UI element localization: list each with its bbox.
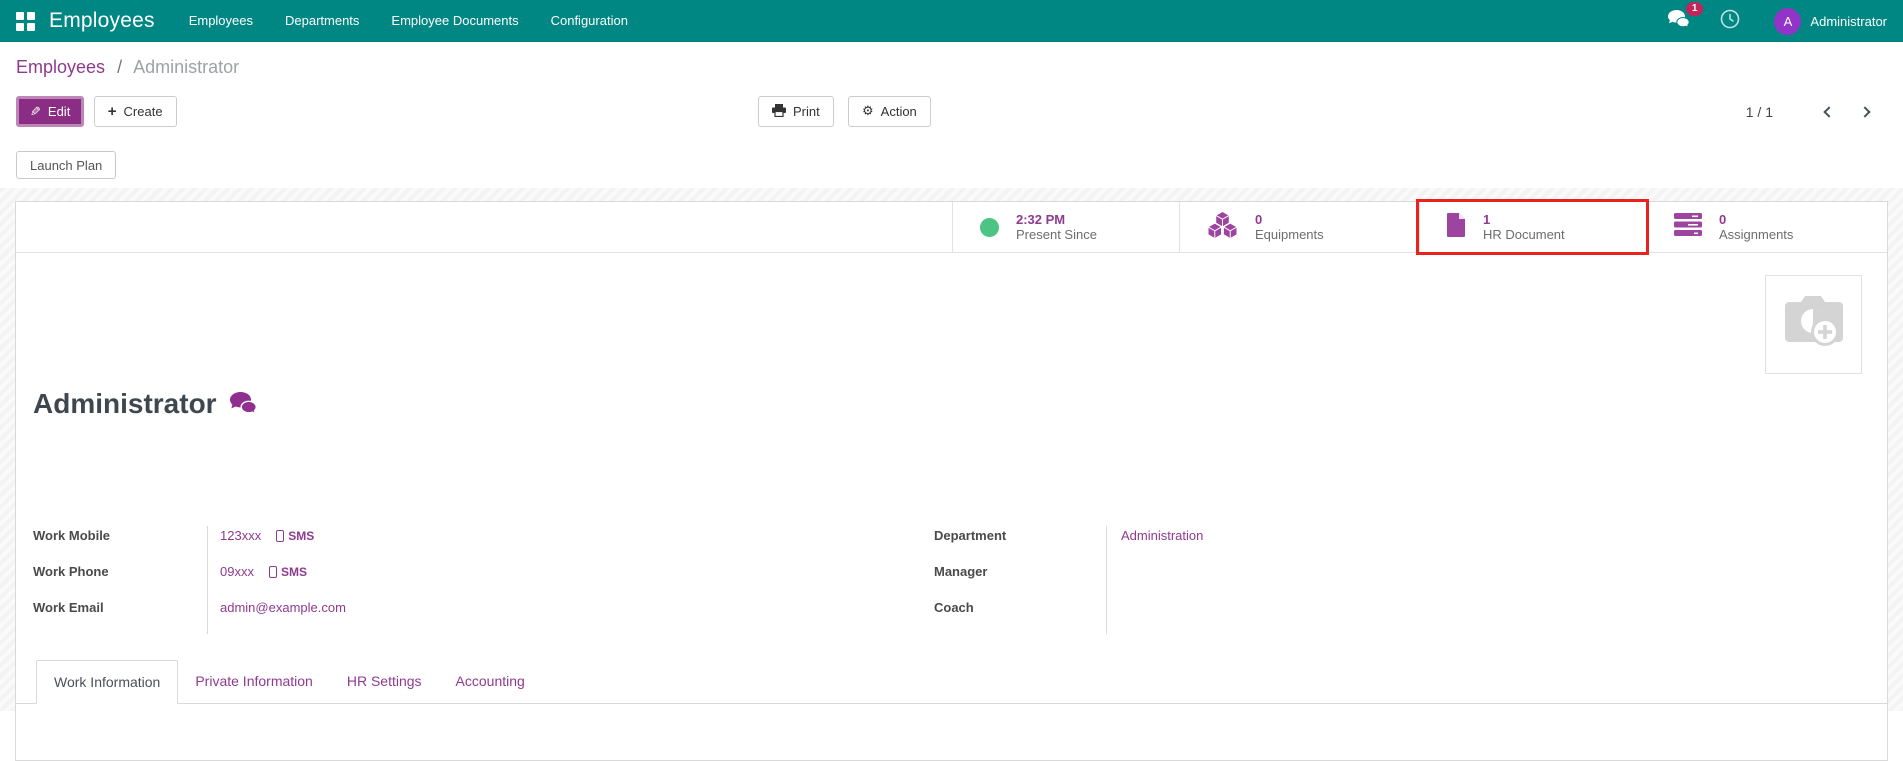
hr-field-group: Department Administration Manager Coach [934, 526, 1852, 634]
stat-value: 0 [1255, 211, 1263, 227]
chevron-right-icon [1859, 105, 1871, 118]
field-row-work-phone: Work Phone 09xxx SMS [33, 562, 934, 598]
tab-accounting[interactable]: Accounting [439, 660, 542, 704]
field-label: Coach [934, 598, 1107, 634]
navbar-right: 1 A Administrator [1668, 1, 1887, 35]
launch-plan-row: Launch Plan [16, 127, 1887, 188]
field-label: Work Email [33, 598, 208, 634]
field-label: Manager [934, 562, 1107, 598]
menu-employees[interactable]: Employees [173, 0, 269, 42]
field-label: Work Phone [33, 562, 208, 598]
user-avatar[interactable]: A [1774, 7, 1802, 35]
gear-icon: ⚙ [862, 104, 874, 119]
top-navbar: Employees Employees Departments Employee… [0, 0, 1903, 42]
messages-count-badge: 1 [1685, 1, 1704, 16]
cubes-icon [1207, 210, 1238, 244]
stat-button-row: 2:32 PM Present Since 0 Equipments 1 HR … [16, 199, 1887, 255]
stat-label: HR Document [1483, 226, 1565, 242]
menu-configuration[interactable]: Configuration [535, 0, 644, 42]
main-menu: Employees Departments Employee Documents… [173, 0, 644, 42]
breadcrumb-parent-link[interactable]: Employees [16, 57, 105, 77]
apps-menu-icon[interactable] [16, 11, 35, 31]
breadcrumb-separator: / [117, 57, 123, 77]
contact-field-group: Work Mobile 123xxx SMS Work Phone 09xxx [16, 526, 934, 634]
stat-value: 1 [1483, 211, 1491, 227]
stat-button-present-since[interactable]: 2:32 PM Present Since [952, 202, 1179, 252]
launch-plan-button[interactable]: Launch Plan [16, 151, 117, 179]
mobile-phone-icon [276, 529, 285, 542]
pager-next-button[interactable] [1847, 102, 1883, 122]
stat-button-hr-document[interactable]: 1 HR Document [1416, 199, 1649, 255]
activities-button[interactable] [1720, 9, 1740, 34]
create-button[interactable]: + Create [93, 96, 177, 127]
file-icon [1447, 212, 1466, 242]
menu-departments[interactable]: Departments [269, 0, 375, 42]
send-sms-button[interactable]: SMS [268, 565, 307, 579]
menu-employee-documents[interactable]: Employee Documents [375, 0, 534, 42]
pager-count: 1 / 1 [1745, 103, 1773, 120]
toolbar: ✎ Edit + Create Print ⚙ Action 1 / 1 [16, 96, 1887, 127]
notebook-tabs: Work Information Private Information HR … [16, 660, 1887, 704]
pager-previous-button[interactable] [1811, 102, 1847, 122]
camera-plus-icon [1783, 296, 1845, 353]
work-phone-value[interactable]: 09xxx [220, 564, 254, 579]
tab-work-information[interactable]: Work Information [36, 660, 179, 704]
department-value[interactable]: Administration [1121, 528, 1203, 543]
stat-label: Assignments [1719, 226, 1794, 242]
action-button[interactable]: ⚙ Action [848, 96, 931, 127]
breadcrumb: Employees / Administrator [16, 56, 1887, 78]
field-label: Work Mobile [33, 526, 208, 562]
stat-button-assignments[interactable]: 0 Assignments [1646, 202, 1887, 252]
user-menu[interactable]: Administrator [1810, 14, 1887, 29]
field-groups: Work Mobile 123xxx SMS Work Phone 09xxx [16, 526, 1887, 634]
employee-name-title: Administrator [33, 386, 1887, 422]
presence-dot-icon [980, 217, 999, 237]
chat-bubbles-icon [1668, 9, 1691, 32]
field-row-coach: Coach [934, 598, 1852, 634]
edit-button[interactable]: ✎ Edit [16, 96, 85, 127]
messages-button[interactable]: 1 [1668, 1, 1704, 33]
field-row-manager: Manager [934, 562, 1852, 598]
tab-hr-settings[interactable]: HR Settings [330, 660, 439, 704]
field-label: Department [934, 526, 1107, 562]
plus-icon: + [107, 103, 117, 120]
chevron-left-icon [1823, 105, 1835, 118]
print-button[interactable]: Print [758, 96, 834, 127]
tab-private-information[interactable]: Private Information [178, 660, 330, 704]
employee-name-text: Administrator [33, 388, 217, 419]
pager: 1 / 1 [1746, 96, 1883, 127]
pencil-icon: ✎ [30, 103, 41, 119]
control-panel: Employees / Administrator ✎ Edit + Creat… [0, 42, 1903, 188]
stat-label: Present Since [1016, 226, 1097, 242]
printer-icon [772, 103, 786, 120]
work-mobile-value[interactable]: 123xxx [220, 528, 261, 543]
app-brand[interactable]: Employees [49, 9, 155, 33]
field-row-department: Department Administration [934, 526, 1852, 562]
field-row-work-email: Work Email admin@example.com [33, 598, 934, 634]
stat-value: 0 [1719, 211, 1727, 227]
send-sms-button[interactable]: SMS [276, 529, 314, 543]
stat-button-equipments[interactable]: 0 Equipments [1179, 202, 1419, 252]
field-row-work-mobile: Work Mobile 123xxx SMS [33, 526, 934, 562]
stat-value: 2:32 PM [1016, 211, 1066, 227]
employee-photo-placeholder[interactable] [1765, 275, 1862, 374]
breadcrumb-current: Administrator [133, 57, 240, 77]
clock-icon [1720, 9, 1740, 33]
form-view-background: 2:32 PM Present Since 0 Equipments 1 HR … [0, 188, 1903, 761]
work-email-value[interactable]: admin@example.com [220, 600, 346, 615]
open-chat-icon[interactable] [229, 390, 257, 422]
tasks-icon [1674, 213, 1702, 241]
mobile-phone-icon [268, 565, 277, 578]
stat-label: Equipments [1255, 226, 1324, 242]
form-sheet: 2:32 PM Present Since 0 Equipments 1 HR … [15, 199, 1888, 761]
